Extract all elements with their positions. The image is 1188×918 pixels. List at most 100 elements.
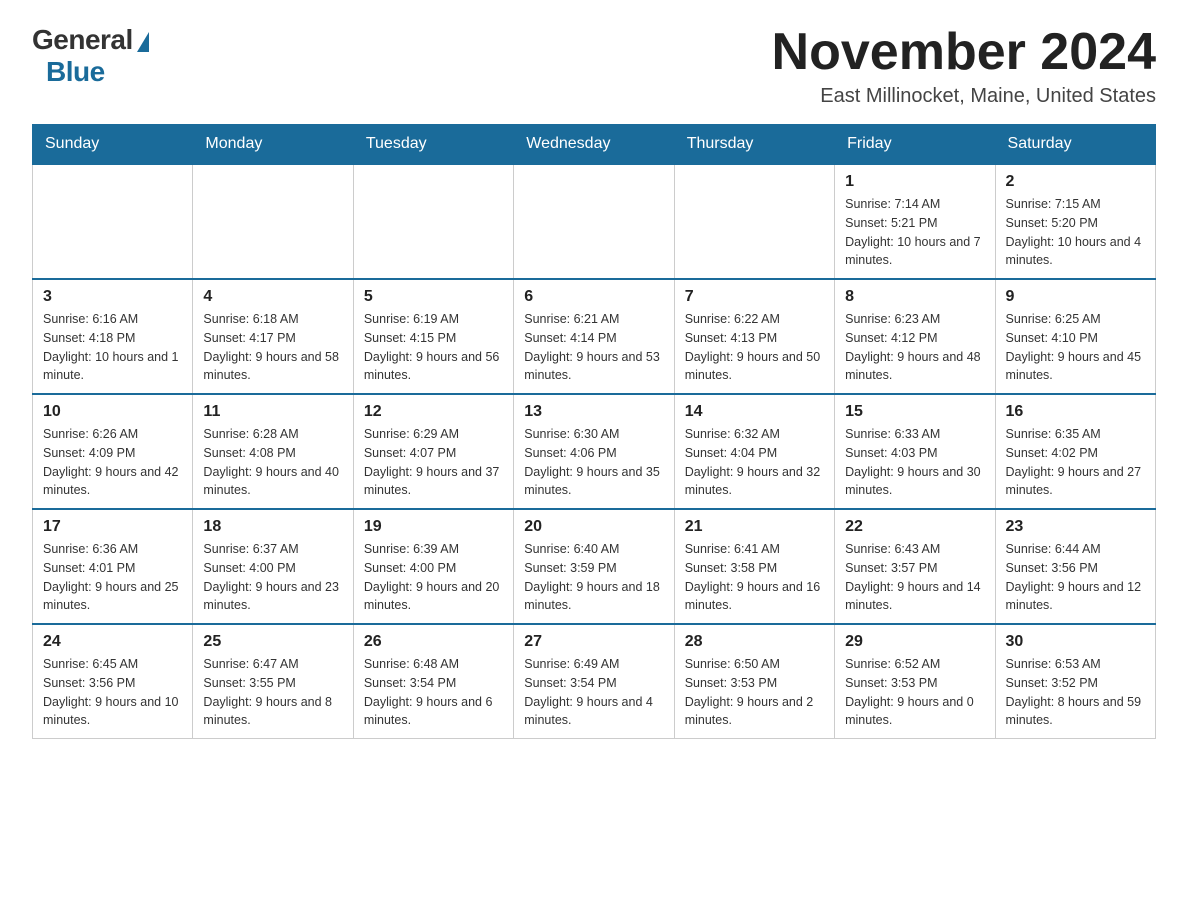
calendar-cell: 17Sunrise: 6:36 AM Sunset: 4:01 PM Dayli… [33, 509, 193, 624]
weekday-header: Friday [835, 125, 995, 165]
day-number: 21 [685, 518, 824, 536]
calendar-cell: 28 Sunrise: 6:50 AM Sunset: 3:53 PM Dayli… [674, 624, 834, 739]
day-info: Sunrise: 6:52 AM Sunset: 3:53 PM Dayligh… [845, 655, 984, 730]
weekday-header: Thursday [674, 125, 834, 165]
day-number: 4 [203, 288, 342, 306]
day-info: Sunrise: 6:22 AM Sunset: 4:13 PM Dayligh… [685, 310, 824, 385]
day-info: Sunrise: 6:32 AM Sunset: 4:04 PM Dayligh… [685, 425, 824, 500]
day-number: 30 [1006, 633, 1145, 651]
calendar-week-row: 3Sunrise: 6:16 AM Sunset: 4:18 PM Daylig… [33, 279, 1156, 394]
calendar-cell: 24Sunrise: 6:45 AM Sunset: 3:56 PM Dayli… [33, 624, 193, 739]
day-info: Sunrise: 6:48 AM Sunset: 3:54 PM Dayligh… [364, 655, 503, 730]
day-number: 6 [524, 288, 663, 306]
weekday-header: Tuesday [353, 125, 513, 165]
calendar-cell [674, 164, 834, 279]
day-info: Sunrise: 6:39 AM Sunset: 4:00 PM Dayligh… [364, 540, 503, 615]
day-info: Sunrise: 6:23 AM Sunset: 4:12 PM Dayligh… [845, 310, 984, 385]
weekday-header: Saturday [995, 125, 1155, 165]
calendar-cell: 8Sunrise: 6:23 AM Sunset: 4:12 PM Daylig… [835, 279, 995, 394]
logo-blue-text: Blue [46, 56, 105, 88]
day-number: 2 [1006, 173, 1145, 191]
calendar-cell: 11 Sunrise: 6:28 AM Sunset: 4:08 PM Dayli… [193, 394, 353, 509]
day-info: Sunrise: 6:45 AM Sunset: 3:56 PM Dayligh… [43, 655, 182, 730]
calendar-cell: 7 Sunrise: 6:22 AM Sunset: 4:13 PM Daylig… [674, 279, 834, 394]
calendar-cell: 4Sunrise: 6:18 AM Sunset: 4:17 PM Daylig… [193, 279, 353, 394]
day-number: 28 [685, 633, 824, 651]
day-number: 12 [364, 403, 503, 421]
location-text: East Millinocket, Maine, United States [772, 85, 1156, 108]
logo: General Blue [32, 24, 149, 88]
day-number: 10 [43, 403, 182, 421]
calendar-cell: 23 Sunrise: 6:44 AM Sunset: 3:56 PM Dayli… [995, 509, 1155, 624]
day-number: 15 [845, 403, 984, 421]
calendar-header-row: SundayMondayTuesdayWednesdayThursdayFrid… [33, 125, 1156, 165]
day-info: Sunrise: 6:29 AM Sunset: 4:07 PM Dayligh… [364, 425, 503, 500]
calendar-cell: 26 Sunrise: 6:48 AM Sunset: 3:54 PM Dayli… [353, 624, 513, 739]
calendar-cell: 15 Sunrise: 6:33 AM Sunset: 4:03 PM Dayli… [835, 394, 995, 509]
day-info: Sunrise: 6:16 AM Sunset: 4:18 PM Dayligh… [43, 310, 182, 385]
calendar-cell: 9Sunrise: 6:25 AM Sunset: 4:10 PM Daylig… [995, 279, 1155, 394]
day-info: Sunrise: 6:36 AM Sunset: 4:01 PM Dayligh… [43, 540, 182, 615]
calendar-cell: 29 Sunrise: 6:52 AM Sunset: 3:53 PM Dayli… [835, 624, 995, 739]
day-number: 29 [845, 633, 984, 651]
calendar-week-row: 10 Sunrise: 6:26 AM Sunset: 4:09 PM Dayli… [33, 394, 1156, 509]
day-info: Sunrise: 6:53 AM Sunset: 3:52 PM Dayligh… [1006, 655, 1145, 730]
day-info: Sunrise: 6:40 AM Sunset: 3:59 PM Dayligh… [524, 540, 663, 615]
calendar-week-row: 24Sunrise: 6:45 AM Sunset: 3:56 PM Dayli… [33, 624, 1156, 739]
day-number: 5 [364, 288, 503, 306]
day-info: Sunrise: 6:44 AM Sunset: 3:56 PM Dayligh… [1006, 540, 1145, 615]
calendar-cell [514, 164, 674, 279]
logo-general-text: General [32, 24, 133, 56]
day-number: 26 [364, 633, 503, 651]
calendar-cell [33, 164, 193, 279]
day-info: Sunrise: 6:19 AM Sunset: 4:15 PM Dayligh… [364, 310, 503, 385]
calendar-cell: 3Sunrise: 6:16 AM Sunset: 4:18 PM Daylig… [33, 279, 193, 394]
calendar-cell: 6 Sunrise: 6:21 AM Sunset: 4:14 PM Daylig… [514, 279, 674, 394]
day-info: Sunrise: 7:15 AM Sunset: 5:20 PM Dayligh… [1006, 195, 1145, 270]
day-info: Sunrise: 6:33 AM Sunset: 4:03 PM Dayligh… [845, 425, 984, 500]
title-section: November 2024 East Millinocket, Maine, U… [772, 24, 1156, 108]
calendar-cell: 20 Sunrise: 6:40 AM Sunset: 3:59 PM Dayli… [514, 509, 674, 624]
day-info: Sunrise: 6:21 AM Sunset: 4:14 PM Dayligh… [524, 310, 663, 385]
calendar-cell: 2 Sunrise: 7:15 AM Sunset: 5:20 PM Daylig… [995, 164, 1155, 279]
calendar-cell: 25 Sunrise: 6:47 AM Sunset: 3:55 PM Dayli… [193, 624, 353, 739]
day-info: Sunrise: 6:28 AM Sunset: 4:08 PM Dayligh… [203, 425, 342, 500]
day-info: Sunrise: 6:47 AM Sunset: 3:55 PM Dayligh… [203, 655, 342, 730]
calendar-cell: 27 Sunrise: 6:49 AM Sunset: 3:54 PM Dayli… [514, 624, 674, 739]
calendar-cell: 18Sunrise: 6:37 AM Sunset: 4:00 PM Dayli… [193, 509, 353, 624]
day-number: 23 [1006, 518, 1145, 536]
calendar-cell: 10 Sunrise: 6:26 AM Sunset: 4:09 PM Dayli… [33, 394, 193, 509]
day-number: 22 [845, 518, 984, 536]
day-info: Sunrise: 6:37 AM Sunset: 4:00 PM Dayligh… [203, 540, 342, 615]
calendar-week-row: 17Sunrise: 6:36 AM Sunset: 4:01 PM Dayli… [33, 509, 1156, 624]
calendar-table: SundayMondayTuesdayWednesdayThursdayFrid… [32, 124, 1156, 739]
day-info: Sunrise: 6:50 AM Sunset: 3:53 PM Dayligh… [685, 655, 824, 730]
day-info: Sunrise: 6:30 AM Sunset: 4:06 PM Dayligh… [524, 425, 663, 500]
day-info: Sunrise: 6:49 AM Sunset: 3:54 PM Dayligh… [524, 655, 663, 730]
day-info: Sunrise: 6:26 AM Sunset: 4:09 PM Dayligh… [43, 425, 182, 500]
day-number: 16 [1006, 403, 1145, 421]
weekday-header: Wednesday [514, 125, 674, 165]
month-title: November 2024 [772, 24, 1156, 81]
calendar-cell [193, 164, 353, 279]
weekday-header: Monday [193, 125, 353, 165]
day-info: Sunrise: 7:14 AM Sunset: 5:21 PM Dayligh… [845, 195, 984, 270]
calendar-cell: 13Sunrise: 6:30 AM Sunset: 4:06 PM Dayli… [514, 394, 674, 509]
day-info: Sunrise: 6:43 AM Sunset: 3:57 PM Dayligh… [845, 540, 984, 615]
day-number: 1 [845, 173, 984, 191]
calendar-cell: 5 Sunrise: 6:19 AM Sunset: 4:15 PM Daylig… [353, 279, 513, 394]
day-number: 27 [524, 633, 663, 651]
day-number: 7 [685, 288, 824, 306]
calendar-cell: 22 Sunrise: 6:43 AM Sunset: 3:57 PM Dayli… [835, 509, 995, 624]
logo-triangle-icon [137, 32, 149, 52]
calendar-cell: 30 Sunrise: 6:53 AM Sunset: 3:52 PM Dayli… [995, 624, 1155, 739]
calendar-cell: 21 Sunrise: 6:41 AM Sunset: 3:58 PM Dayli… [674, 509, 834, 624]
day-number: 25 [203, 633, 342, 651]
day-number: 20 [524, 518, 663, 536]
day-number: 14 [685, 403, 824, 421]
day-number: 11 [203, 403, 342, 421]
day-info: Sunrise: 6:25 AM Sunset: 4:10 PM Dayligh… [1006, 310, 1145, 385]
day-info: Sunrise: 6:41 AM Sunset: 3:58 PM Dayligh… [685, 540, 824, 615]
weekday-header: Sunday [33, 125, 193, 165]
calendar-week-row: 1 Sunrise: 7:14 AM Sunset: 5:21 PM Daylig… [33, 164, 1156, 279]
